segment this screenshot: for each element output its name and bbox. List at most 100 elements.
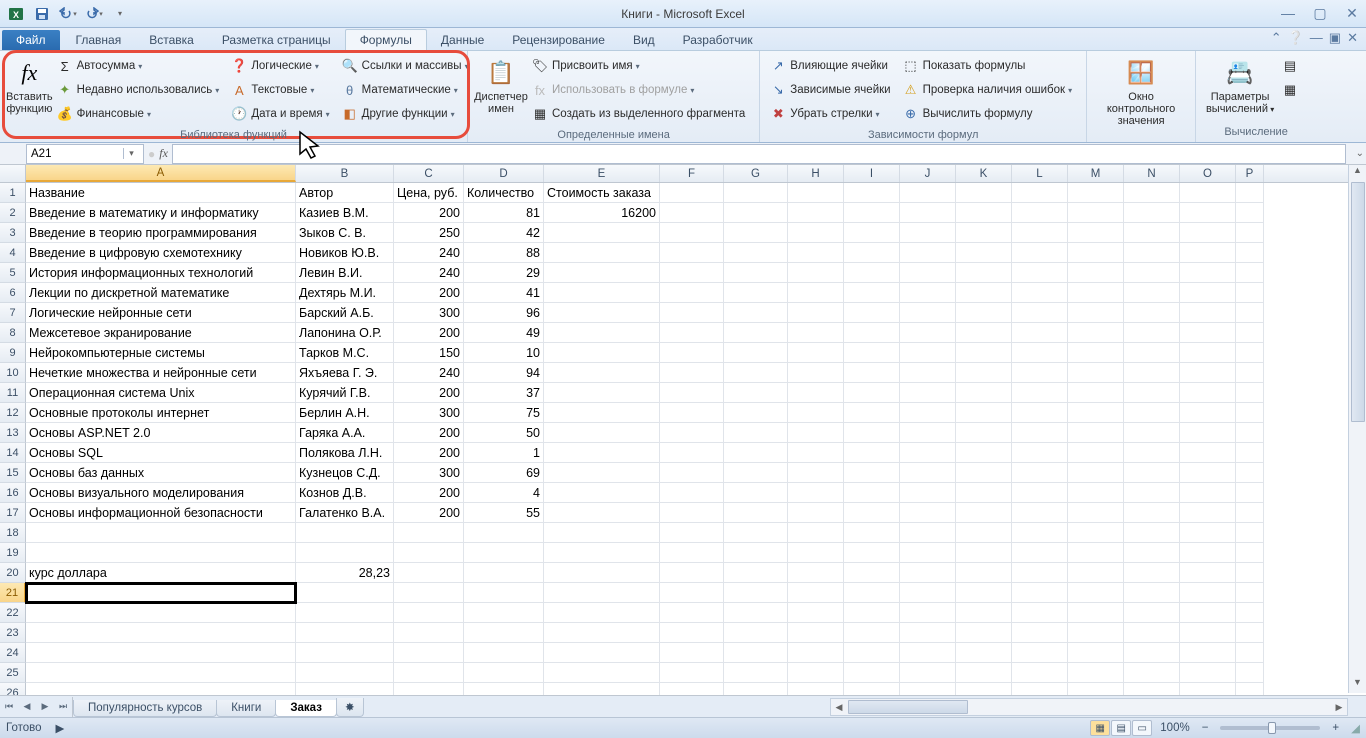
cell[interactable]: [956, 603, 1012, 623]
row-header[interactable]: 14: [0, 443, 26, 463]
cell[interactable]: [956, 363, 1012, 383]
cell[interactable]: [788, 523, 844, 543]
cell[interactable]: Тарков М.С.: [296, 343, 394, 363]
cell[interactable]: Введение в цифровую схемотехнику: [26, 243, 296, 263]
row-header[interactable]: 26: [0, 683, 26, 695]
cell[interactable]: [900, 323, 956, 343]
column-header-C[interactable]: C: [394, 165, 464, 182]
cell[interactable]: [464, 543, 544, 563]
cell[interactable]: [900, 443, 956, 463]
cell[interactable]: [394, 663, 464, 683]
cell[interactable]: [788, 383, 844, 403]
cell[interactable]: [1124, 563, 1180, 583]
normal-view-button[interactable]: ▦: [1090, 720, 1110, 736]
cell[interactable]: [844, 423, 900, 443]
cell[interactable]: [1124, 323, 1180, 343]
cell[interactable]: [544, 523, 660, 543]
cell[interactable]: [1068, 223, 1124, 243]
cell[interactable]: [956, 443, 1012, 463]
cell[interactable]: [844, 443, 900, 463]
cell[interactable]: [1068, 183, 1124, 203]
cell[interactable]: Введение в математику и информатику: [26, 203, 296, 223]
cell[interactable]: [1236, 303, 1264, 323]
cell[interactable]: [900, 383, 956, 403]
cell[interactable]: [900, 303, 956, 323]
cell[interactable]: [844, 563, 900, 583]
save-icon[interactable]: [30, 3, 54, 25]
cell[interactable]: Зыков С. В.: [296, 223, 394, 243]
cell[interactable]: 96: [464, 303, 544, 323]
cell[interactable]: [788, 223, 844, 243]
cell[interactable]: [660, 663, 724, 683]
cell[interactable]: 250: [394, 223, 464, 243]
cell[interactable]: [956, 403, 1012, 423]
cell[interactable]: [394, 683, 464, 695]
cell[interactable]: [394, 563, 464, 583]
row-header[interactable]: 22: [0, 603, 26, 623]
namebox-dropdown-icon[interactable]: ▾: [123, 148, 139, 159]
cell[interactable]: [900, 283, 956, 303]
undo-icon[interactable]: ▾: [56, 3, 80, 25]
cell[interactable]: [660, 543, 724, 563]
cell[interactable]: Казиев В.М.: [296, 203, 394, 223]
cell[interactable]: [1180, 683, 1236, 695]
cell[interactable]: [724, 483, 788, 503]
zoom-out-button[interactable]: −: [1198, 722, 1213, 734]
cell[interactable]: [844, 643, 900, 663]
row-header[interactable]: 3: [0, 223, 26, 243]
cell[interactable]: [724, 583, 788, 603]
cell[interactable]: 300: [394, 403, 464, 423]
cell[interactable]: [724, 543, 788, 563]
column-header-K[interactable]: K: [956, 165, 1012, 182]
column-header-E[interactable]: E: [544, 165, 660, 182]
excel-icon[interactable]: X: [4, 3, 28, 25]
cell[interactable]: [844, 183, 900, 203]
cell[interactable]: Барский А.Б.: [296, 303, 394, 323]
cell[interactable]: [26, 683, 296, 695]
column-header-D[interactable]: D: [464, 165, 544, 182]
cell[interactable]: [900, 243, 956, 263]
grid-body[interactable]: 1НазваниеАвторЦена, руб.КоличествоСтоимо…: [0, 183, 1366, 695]
cell[interactable]: [26, 643, 296, 663]
cell[interactable]: [1124, 503, 1180, 523]
cell[interactable]: [660, 443, 724, 463]
cell[interactable]: [788, 263, 844, 283]
cell[interactable]: [660, 643, 724, 663]
cell[interactable]: [1124, 663, 1180, 683]
cell[interactable]: [660, 323, 724, 343]
cell[interactable]: [660, 243, 724, 263]
cell[interactable]: 240: [394, 363, 464, 383]
cell[interactable]: [1180, 643, 1236, 663]
cell[interactable]: [660, 383, 724, 403]
cell[interactable]: 81: [464, 203, 544, 223]
cell[interactable]: [724, 503, 788, 523]
cell[interactable]: [464, 563, 544, 583]
cell[interactable]: [1124, 223, 1180, 243]
cell[interactable]: [660, 403, 724, 423]
cell[interactable]: [1068, 443, 1124, 463]
cell[interactable]: [544, 263, 660, 283]
cell[interactable]: [844, 543, 900, 563]
cell[interactable]: [724, 643, 788, 663]
cell[interactable]: [544, 423, 660, 443]
fx-button-icon[interactable]: fx: [159, 146, 168, 161]
cell[interactable]: [1180, 603, 1236, 623]
cell[interactable]: [1012, 463, 1068, 483]
scroll-down-icon[interactable]: ▼: [1349, 677, 1366, 693]
cell[interactable]: [788, 363, 844, 383]
cell[interactable]: [788, 243, 844, 263]
cell[interactable]: [956, 523, 1012, 543]
cell[interactable]: [1012, 403, 1068, 423]
cell[interactable]: [1068, 283, 1124, 303]
tab-review[interactable]: Рецензирование: [498, 30, 619, 50]
scroll-right-icon[interactable]: ▶: [1331, 702, 1347, 713]
cell[interactable]: [844, 583, 900, 603]
cell[interactable]: [956, 423, 1012, 443]
row-header[interactable]: 5: [0, 263, 26, 283]
formula-input[interactable]: [172, 144, 1346, 164]
cell[interactable]: 42: [464, 223, 544, 243]
cell[interactable]: Операционная система Unix: [26, 383, 296, 403]
cell[interactable]: [1124, 283, 1180, 303]
cell[interactable]: [1068, 543, 1124, 563]
cell[interactable]: [1180, 543, 1236, 563]
